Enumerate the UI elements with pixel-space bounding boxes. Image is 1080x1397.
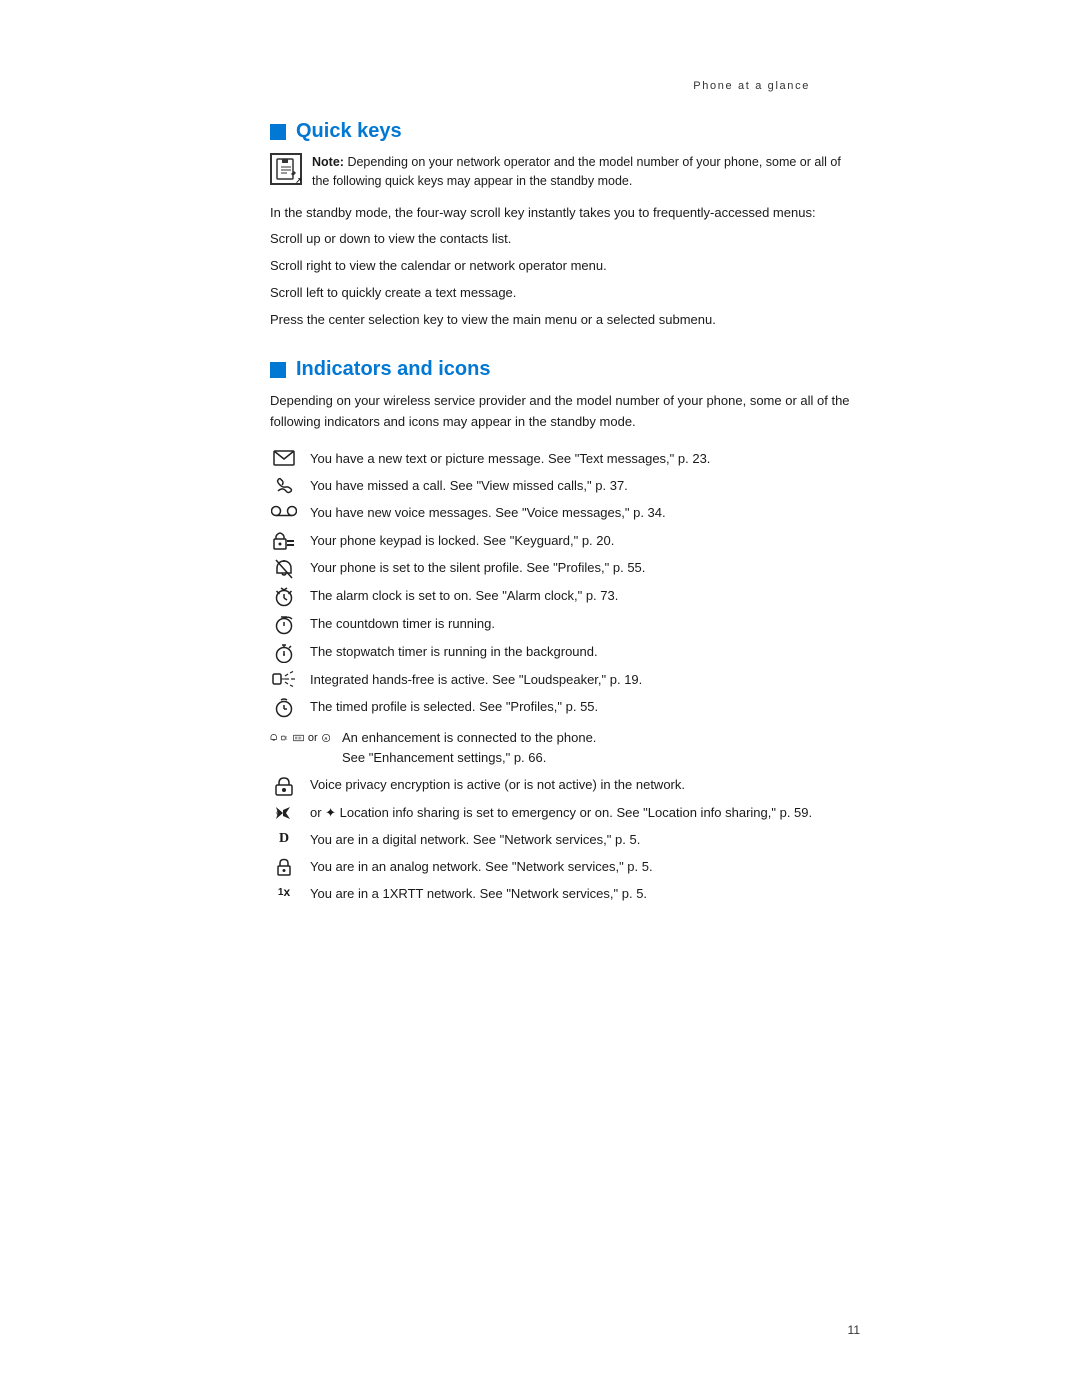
body-line-4: Press the center selection key to view t… <box>270 310 860 331</box>
indicator-row-1xrtt: 1x You are in a 1XRTT network. See "Netw… <box>270 884 860 904</box>
page-number: 11 <box>848 1323 860 1337</box>
indicator-row-keylock: Your phone keypad is locked. See "Keygua… <box>270 531 860 551</box>
indicator-desc-voice-privacy: Voice privacy encryption is active (or i… <box>310 775 860 795</box>
icon-keylock <box>270 531 298 550</box>
indicator-row-analog: You are in an analog network. See "Netwo… <box>270 857 860 877</box>
indicator-row-voice-privacy: Voice privacy encryption is active (or i… <box>270 775 860 796</box>
indicator-desc-timed-profile: The timed profile is selected. See "Prof… <box>310 697 860 717</box>
indicator-row-enhancement: or A An enhancement is connected to the … <box>270 728 860 768</box>
indicator-desc-countdown: The countdown timer is running. <box>310 614 860 634</box>
icon-x-label: x <box>283 885 290 899</box>
content-area: Quick keys Note: Depending on <box>270 120 860 905</box>
quick-keys-heading: Quick keys <box>270 120 860 143</box>
indicator-row-location: or ✦ Location info sharing is set to eme… <box>270 803 860 823</box>
indicator-row-envelope: You have a new text or picture message. … <box>270 449 860 469</box>
body-line-3: Scroll left to quickly create a text mes… <box>270 283 860 304</box>
indicator-desc-alarm: The alarm clock is set to on. See "Alarm… <box>310 586 860 606</box>
page-container: Phone at a glance Quick keys <box>0 0 1080 1397</box>
indicators-intro: Depending on your wireless service provi… <box>270 391 860 433</box>
indicators-icon <box>270 362 286 378</box>
indicator-row-handsfree: Integrated hands-free is active. See "Lo… <box>270 670 860 690</box>
note-box: Note: Depending on your network operator… <box>270 153 860 191</box>
note-icon <box>270 153 302 185</box>
icon-voicemail <box>270 503 298 518</box>
indicator-row-stopwatch: The stopwatch timer is running in the ba… <box>270 642 860 663</box>
quick-keys-section: Quick keys Note: Depending on <box>270 120 860 330</box>
indicator-row-timed-profile: The timed profile is selected. See "Prof… <box>270 697 860 718</box>
indicator-desc-analog: You are in an analog network. See "Netwo… <box>310 857 860 877</box>
quick-keys-title: Quick keys <box>296 120 402 143</box>
body-line-0: In the standby mode, the four-way scroll… <box>270 203 860 224</box>
quick-keys-icon <box>270 124 286 140</box>
icon-stopwatch <box>270 642 298 663</box>
icon-location <box>270 803 298 822</box>
indicator-row-alarm: The alarm clock is set to on. See "Alarm… <box>270 586 860 607</box>
icon-handsfree <box>270 670 298 687</box>
icon-timed-profile <box>270 697 298 718</box>
enhancement-text2: See "Enhancement settings," p. 66. <box>342 750 546 765</box>
icon-silent <box>270 558 298 579</box>
svg-text:A: A <box>324 736 327 741</box>
icon-alarm <box>270 586 298 607</box>
icon-analog <box>270 857 298 876</box>
icon-digital: D <box>270 830 298 847</box>
indicator-desc-silent: Your phone is set to the silent profile.… <box>310 558 860 578</box>
indicator-desc-1xrtt: You are in a 1XRTT network. See "Network… <box>310 884 860 904</box>
body-line-1: Scroll up or down to view the contacts l… <box>270 229 860 250</box>
note-content: Note: Depending on your network operator… <box>312 153 860 191</box>
indicator-desc-handsfree: Integrated hands-free is active. See "Lo… <box>310 670 860 690</box>
icon-enhancement: or A <box>270 728 330 747</box>
indicator-desc-missed-call: You have missed a call. See "View missed… <box>310 476 860 496</box>
icon-countdown <box>270 614 298 635</box>
or-text-1: or <box>308 732 318 744</box>
indicator-desc-enhancement: An enhancement is connected to the phone… <box>342 728 860 768</box>
icon-envelope <box>270 449 298 466</box>
indicators-heading: Indicators and icons <box>270 358 860 381</box>
indicator-desc-stopwatch: The stopwatch timer is running in the ba… <box>310 642 860 662</box>
icon-1xrtt: 1x <box>270 884 298 899</box>
note-label: Note: <box>312 155 344 169</box>
indicator-desc-digital: You are in a digital network. See "Netwo… <box>310 830 860 850</box>
icon-voice-privacy <box>270 775 298 796</box>
note-body: Depending on your network operator and t… <box>312 155 841 188</box>
body-line-2: Scroll right to view the calendar or net… <box>270 256 860 277</box>
page-header-label: Phone at a glance <box>0 80 810 92</box>
icon-missed-call <box>270 476 298 495</box>
indicator-desc-envelope: You have a new text or picture message. … <box>310 449 860 469</box>
indicator-desc-location: or ✦ Location info sharing is set to eme… <box>310 803 860 823</box>
indicator-row-voicemail: You have new voice messages. See "Voice … <box>270 503 860 523</box>
indicator-row-countdown: The countdown timer is running. <box>270 614 860 635</box>
indicator-desc-keylock: Your phone keypad is locked. See "Keygua… <box>310 531 860 551</box>
indicator-row-missed-call: You have missed a call. See "View missed… <box>270 476 860 496</box>
indicator-row-digital: D You are in a digital network. See "Net… <box>270 830 860 850</box>
indicator-desc-voicemail: You have new voice messages. See "Voice … <box>310 503 860 523</box>
indicators-section: Indicators and icons Depending on your w… <box>270 358 860 904</box>
indicators-title: Indicators and icons <box>296 358 490 381</box>
indicator-row-silent: Your phone is set to the silent profile.… <box>270 558 860 579</box>
